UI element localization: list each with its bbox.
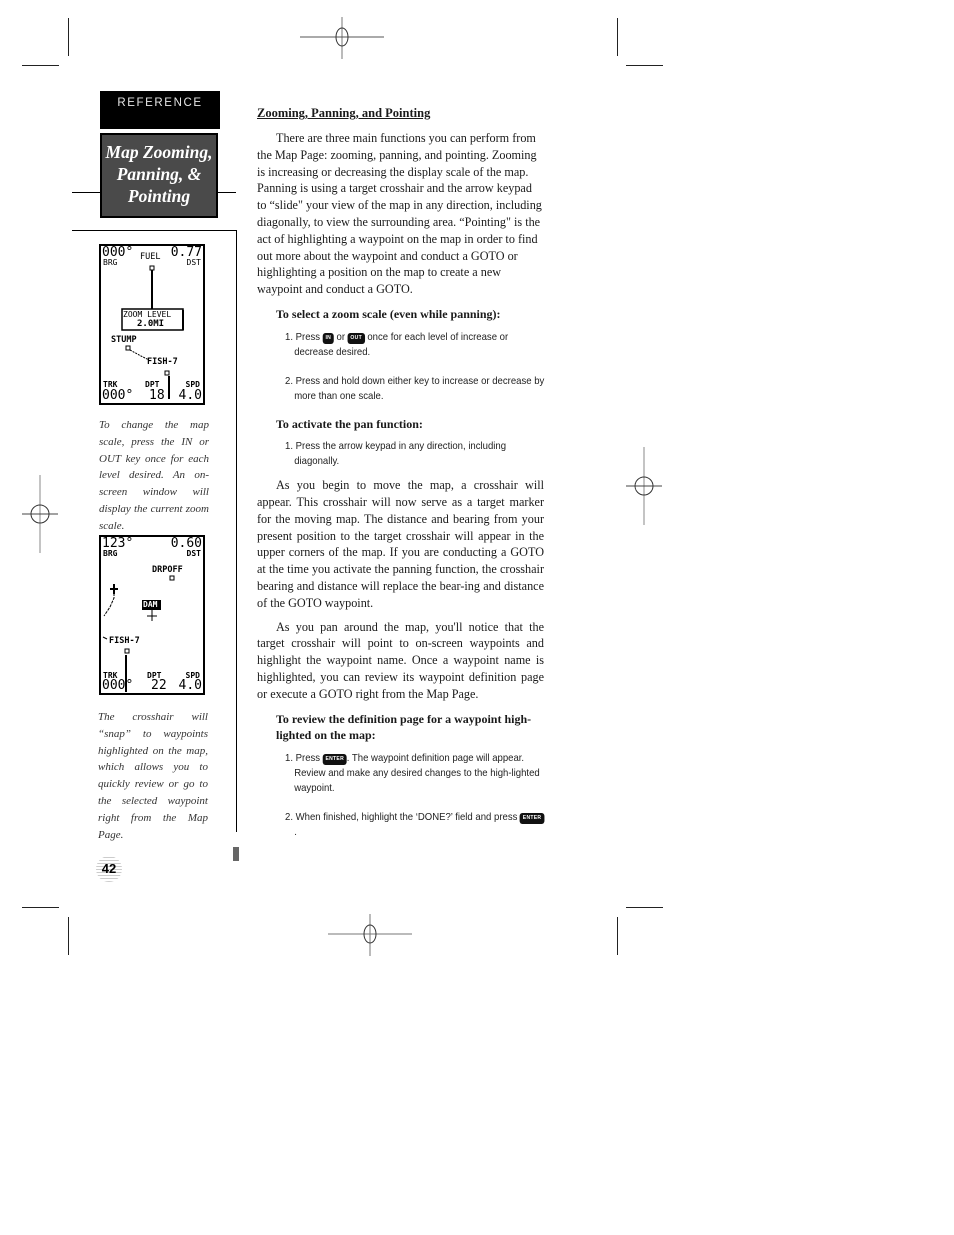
- body-paragraph: As you pan around the map, you'll notice…: [257, 619, 544, 701]
- procedure-step: 1. Press ENTER. The waypoint definition …: [285, 751, 546, 796]
- registration-mark-icon: [626, 447, 662, 525]
- distance-label: DST: [186, 258, 201, 267]
- divider: [72, 192, 100, 193]
- procedure-step: 2. When finished, highlight the ‘DONE?’ …: [285, 810, 546, 840]
- bearing-label: BRG: [103, 549, 118, 558]
- out-key-icon: OUT: [347, 332, 365, 344]
- procedure-step: 1. Press IN or OUT once for each level o…: [285, 330, 546, 360]
- sidebar-title-line: Pointing: [127, 186, 191, 206]
- speed-value: 4.0: [178, 678, 202, 693]
- gps-screen-pan: 123° BRG 0.60 DST DRPOFF DAM FISH-7 TRK …: [99, 535, 205, 695]
- crop-mark: [626, 907, 663, 908]
- sidebar-title-line: Panning, &: [116, 164, 202, 184]
- track-value: 000°: [102, 678, 134, 693]
- crop-mark: [68, 917, 69, 955]
- page-number: 42: [96, 856, 122, 882]
- depth-value: 22: [151, 678, 167, 693]
- procedure-heading: To select a zoom scale (even while panni…: [276, 306, 501, 321]
- registration-mark-icon: [300, 17, 384, 59]
- zoom-window-value: 2.0MI: [137, 319, 165, 329]
- intro-paragraph: There are three main functions you can p…: [257, 131, 542, 297]
- track-value: 000°: [102, 388, 134, 403]
- procedure-heading: To activate the pan function:: [276, 416, 423, 431]
- procedure-step: 1. Press the arrow keypad in any directi…: [285, 441, 507, 468]
- sidebar-frame: [72, 230, 236, 231]
- procedure-step: 2. Press and hold down either key to inc…: [285, 375, 545, 402]
- step-text: 1. Press: [285, 752, 323, 764]
- in-key-icon: IN: [322, 332, 334, 344]
- crop-mark: [617, 917, 618, 955]
- sidebar-title-line: Map Zooming,: [105, 142, 213, 162]
- section-heading: Zooming, Panning, and Pointing: [257, 106, 431, 120]
- speed-value: 4.0: [178, 388, 202, 403]
- waypoint-label: FISH-7: [147, 357, 178, 367]
- figure-caption: To change the map scale, press the IN or…: [99, 419, 209, 532]
- figure-caption: The crosshair will “snap” to waypoints h…: [98, 711, 208, 841]
- enter-key-icon: ENTER: [322, 753, 347, 765]
- waypoint-label: STUMP: [111, 335, 137, 345]
- gps-screen-zoom: 000° BRG FUEL 0.77 DST ZOOM LEVEL 2.0MI …: [99, 244, 205, 405]
- crop-mark: [22, 907, 59, 908]
- depth-value: 18: [149, 388, 165, 403]
- body-paragraph: As you begin to move the map, a crosshai…: [257, 478, 544, 610]
- distance-label: DST: [186, 549, 201, 558]
- step-text: 1. Press: [285, 331, 323, 343]
- zoom-window-title: ZOOM LEVEL: [123, 310, 172, 319]
- waypoint-label: FISH-7: [109, 636, 140, 646]
- crop-mark: [617, 18, 618, 56]
- bearing-label: BRG: [103, 258, 118, 267]
- margin-bar: [233, 847, 239, 861]
- crop-mark: [22, 65, 59, 66]
- procedure-heading: To review the definition page for a wayp…: [276, 711, 532, 743]
- sidebar-title: Map Zooming, Panning, & Pointing: [100, 133, 218, 218]
- registration-mark-icon: [328, 914, 412, 956]
- main-content: Zooming, Panning, and Pointing There are…: [257, 106, 544, 854]
- step-text: or: [333, 331, 348, 343]
- registration-mark-icon: [22, 475, 58, 553]
- waypoint-label: DRPOFF: [152, 565, 183, 575]
- enter-key-icon: ENTER: [520, 812, 545, 824]
- waypoint-label: FUEL: [140, 252, 161, 262]
- crop-mark: [68, 18, 69, 56]
- step-text: .: [294, 826, 297, 838]
- sidebar-frame: [236, 230, 237, 832]
- divider: [218, 192, 236, 193]
- section-tab: REFERENCE: [100, 91, 220, 129]
- step-text: 2. When finished, highlight the ‘DONE?’ …: [285, 811, 521, 823]
- highlighted-waypoint: DAM: [143, 600, 158, 609]
- crop-mark: [626, 65, 663, 66]
